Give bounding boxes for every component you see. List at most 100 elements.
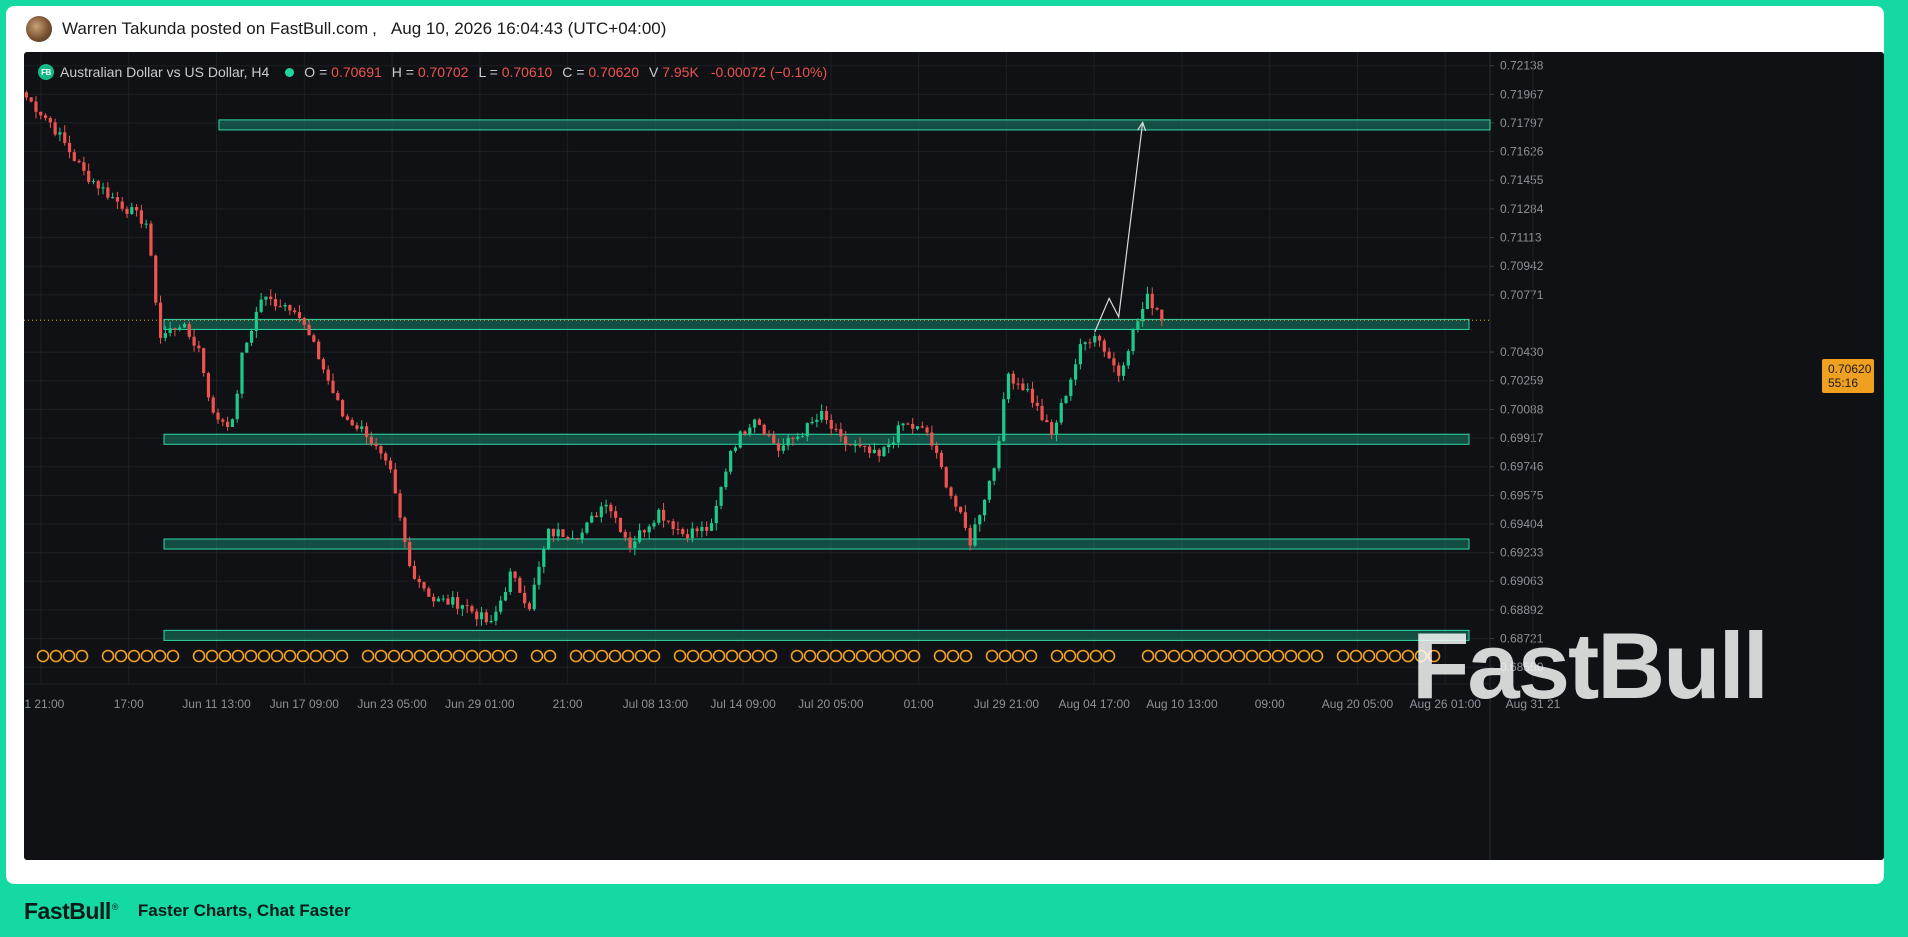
candle-body[interactable]: [475, 611, 479, 620]
candle-body[interactable]: [738, 431, 742, 448]
event-marker-icon[interactable]: [439, 649, 453, 663]
candle-body[interactable]: [422, 582, 426, 589]
candle-body[interactable]: [1097, 335, 1102, 341]
candle-body[interactable]: [743, 431, 747, 435]
candle-body[interactable]: [499, 600, 503, 612]
event-marker-icon[interactable]: [504, 649, 518, 663]
candle-body[interactable]: [858, 444, 862, 446]
support-resistance-zone[interactable]: [163, 538, 1470, 550]
candle-body[interactable]: [321, 359, 326, 370]
candle-body[interactable]: [546, 528, 551, 550]
candle-body[interactable]: [513, 571, 517, 578]
candle-body[interactable]: [192, 336, 196, 346]
event-marker-icon[interactable]: [309, 649, 323, 663]
candle-body[interactable]: [1102, 340, 1106, 352]
candle-body[interactable]: [326, 369, 330, 381]
candle-body[interactable]: [63, 132, 67, 143]
event-marker-icon[interactable]: [1349, 649, 1363, 663]
candle-body[interactable]: [973, 524, 977, 546]
candle-body[interactable]: [154, 255, 158, 303]
candle-body[interactable]: [963, 512, 968, 528]
candle-body[interactable]: [954, 496, 958, 507]
candle-body[interactable]: [202, 348, 206, 374]
candle-body[interactable]: [465, 605, 469, 607]
candle-body[interactable]: [661, 509, 666, 521]
candle-body[interactable]: [1093, 335, 1097, 343]
event-marker-icon[interactable]: [1050, 649, 1064, 663]
candle-body[interactable]: [925, 427, 929, 433]
event-marker-icon[interactable]: [842, 649, 856, 663]
candle-body[interactable]: [906, 423, 910, 425]
candle-body[interactable]: [820, 411, 824, 420]
event-marker-icon[interactable]: [452, 649, 466, 663]
candle-body[interactable]: [1088, 342, 1092, 344]
candle-body[interactable]: [235, 393, 239, 420]
event-marker-icon[interactable]: [998, 649, 1012, 663]
event-marker-icon[interactable]: [738, 649, 752, 663]
candle-body[interactable]: [1136, 321, 1140, 330]
candle-body[interactable]: [1016, 383, 1020, 385]
candle-body[interactable]: [896, 425, 900, 443]
candle-body[interactable]: [72, 152, 76, 161]
candle-body[interactable]: [666, 520, 670, 522]
candle-body[interactable]: [1040, 405, 1044, 421]
event-marker-icon[interactable]: [205, 649, 219, 663]
candle-body[interactable]: [877, 449, 881, 457]
event-marker-icon[interactable]: [673, 649, 687, 663]
support-resistance-zone[interactable]: [163, 433, 1470, 445]
candle-body[interactable]: [844, 436, 848, 445]
candle-body[interactable]: [350, 419, 354, 426]
candle-body[interactable]: [580, 532, 584, 539]
candle-body[interactable]: [882, 447, 886, 457]
candle-body[interactable]: [551, 528, 555, 537]
candle-body[interactable]: [800, 436, 805, 438]
candle-body[interactable]: [1069, 379, 1073, 397]
event-marker-icon[interactable]: [790, 649, 804, 663]
event-marker-icon[interactable]: [1310, 649, 1324, 663]
candle-body[interactable]: [446, 598, 450, 605]
candle-body[interactable]: [992, 468, 996, 481]
candle-body[interactable]: [1107, 351, 1111, 359]
candle-body[interactable]: [614, 511, 618, 518]
event-marker-icon[interactable]: [1154, 649, 1168, 663]
event-marker-icon[interactable]: [946, 649, 960, 663]
candle-body[interactable]: [336, 393, 340, 401]
candle-body[interactable]: [249, 330, 254, 343]
candle-body[interactable]: [1141, 308, 1145, 322]
candle-body[interactable]: [1045, 420, 1049, 423]
candle-body[interactable]: [647, 526, 651, 533]
candle-body[interactable]: [604, 504, 608, 507]
candle-body[interactable]: [1050, 422, 1054, 435]
candle-body[interactable]: [1117, 365, 1121, 376]
candle-body[interactable]: [245, 342, 249, 353]
candle-body[interactable]: [824, 411, 829, 420]
candle-body[interactable]: [384, 453, 388, 461]
event-marker-icon[interactable]: [582, 649, 596, 663]
candle-body[interactable]: [786, 437, 790, 446]
event-marker-icon[interactable]: [1180, 649, 1194, 663]
candle-body[interactable]: [455, 597, 460, 609]
candle-body[interactable]: [681, 529, 685, 535]
candle-body[interactable]: [1160, 309, 1164, 321]
footer-logo[interactable]: FastBull®: [24, 898, 118, 925]
candle-body[interactable]: [911, 424, 915, 429]
event-marker-icon[interactable]: [36, 649, 50, 663]
candle-body[interactable]: [206, 373, 211, 398]
candle-body[interactable]: [317, 341, 321, 360]
candle-body[interactable]: [226, 421, 230, 427]
event-marker-icon[interactable]: [400, 649, 414, 663]
event-marker-icon[interactable]: [140, 649, 154, 663]
candle-body[interactable]: [1011, 373, 1015, 384]
event-marker-icon[interactable]: [231, 649, 245, 663]
event-marker-icon[interactable]: [712, 649, 726, 663]
candle-body[interactable]: [599, 506, 603, 518]
candle-body[interactable]: [1030, 388, 1035, 403]
event-marker-icon[interactable]: [1297, 649, 1311, 663]
candle-body[interactable]: [1150, 293, 1154, 309]
candle-body[interactable]: [987, 480, 991, 500]
candle-body[interactable]: [623, 531, 627, 538]
event-marker-icon[interactable]: [1089, 649, 1103, 663]
candle-body[interactable]: [120, 201, 124, 209]
event-marker-icon[interactable]: [1024, 649, 1038, 663]
event-marker-icon[interactable]: [751, 649, 765, 663]
